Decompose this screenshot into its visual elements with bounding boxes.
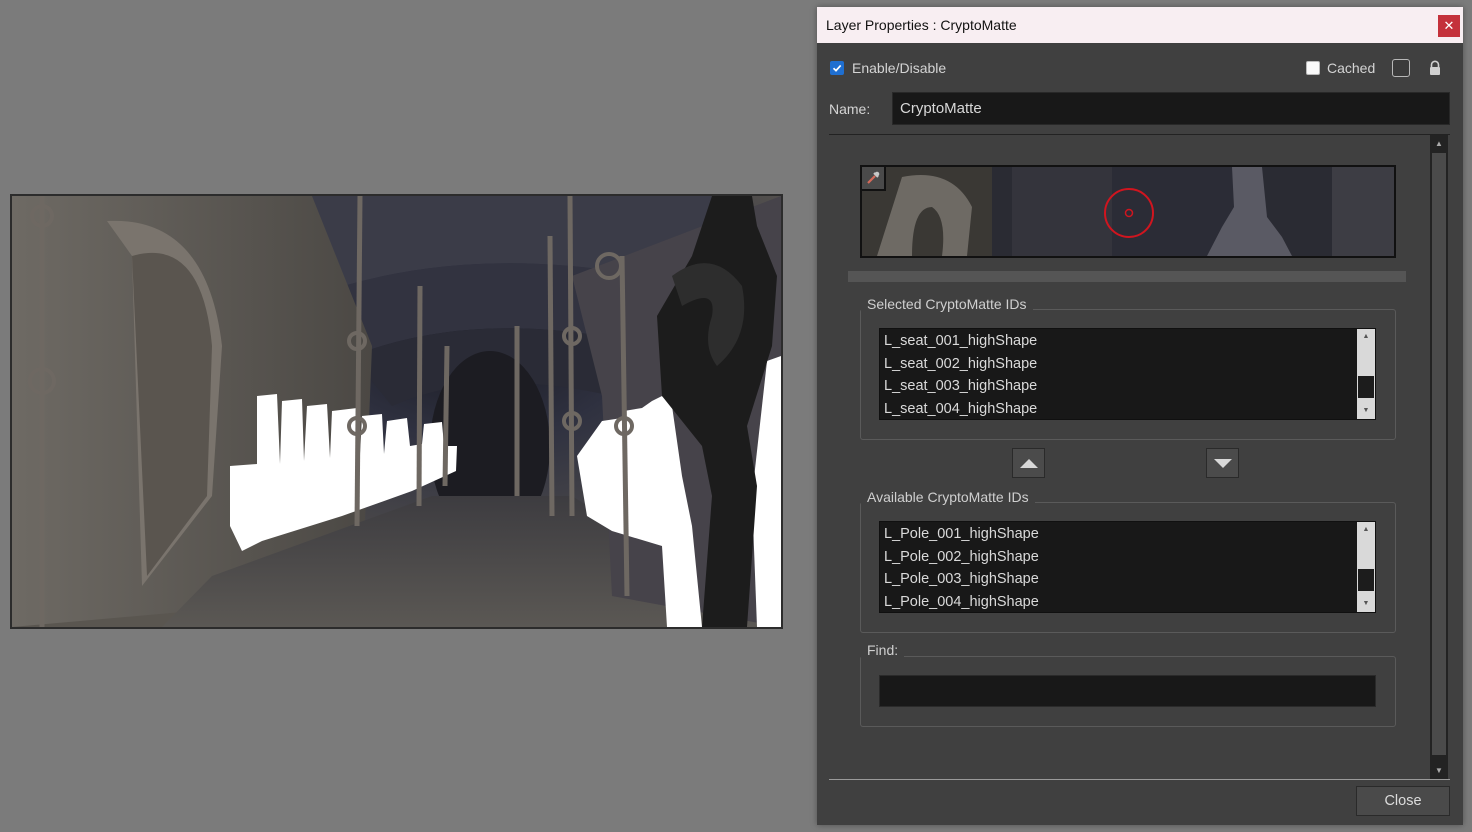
move-up-button[interactable] — [1012, 448, 1045, 478]
list-item[interactable]: L_seat_001_highShape — [884, 330, 1355, 353]
selected-ids-title: Selected CryptoMatte IDs — [861, 296, 1033, 312]
scrollbar-thumb[interactable] — [1432, 153, 1446, 755]
enable-label[interactable]: Enable/Disable — [852, 60, 946, 76]
cached-label[interactable]: Cached — [1327, 60, 1375, 76]
layer-properties-dialog: Layer Properties : CryptoMatte ✕ Enable/… — [817, 7, 1463, 825]
eyedropper-button[interactable] — [860, 165, 886, 191]
close-button[interactable]: Close — [1356, 786, 1450, 816]
picker-preview-image — [862, 167, 1394, 256]
scroll-up-icon[interactable]: ▲ — [1357, 331, 1375, 343]
divider — [829, 779, 1450, 780]
dialog-titlebar[interactable]: Layer Properties : CryptoMatte ✕ — [817, 7, 1463, 43]
eyedropper-icon — [867, 171, 880, 184]
panel-scrollbar[interactable]: ▲ ▼ — [1430, 135, 1448, 780]
available-ids-title: Available CryptoMatte IDs — [861, 489, 1035, 505]
list-item[interactable]: L_seat_003_highShape — [884, 375, 1355, 398]
render-viewport[interactable] — [10, 194, 783, 629]
list-item[interactable]: L_seat_002_highShape — [884, 353, 1355, 376]
move-down-button[interactable] — [1206, 448, 1239, 478]
scroll-down-icon[interactable]: ▼ — [1430, 764, 1448, 778]
list-item[interactable]: L_Pole_004_highShape — [884, 591, 1355, 613]
cryptomatte-picker-preview[interactable] — [860, 165, 1396, 258]
selected-ids-list[interactable]: L_seat_001_highShape L_seat_002_highShap… — [879, 328, 1376, 420]
name-field[interactable] — [892, 92, 1450, 125]
find-title: Find: — [861, 642, 905, 658]
scroll-down-icon[interactable]: ▼ — [1357, 598, 1375, 610]
scroll-up-icon[interactable]: ▲ — [1357, 524, 1375, 536]
checkmark-icon — [832, 64, 842, 72]
render-preview-image — [12, 196, 781, 627]
close-icon[interactable]: ✕ — [1438, 15, 1460, 37]
divider — [829, 134, 1450, 135]
name-label: Name: — [829, 101, 871, 117]
find-input[interactable] — [879, 675, 1376, 707]
list-item[interactable]: L_Pole_003_highShape — [884, 568, 1355, 591]
scroll-up-icon[interactable]: ▲ — [1430, 137, 1448, 151]
enable-checkbox[interactable] — [830, 61, 844, 75]
list-item[interactable]: L_Pole_001_highShape — [884, 523, 1355, 546]
cached-checkbox[interactable] — [1306, 61, 1320, 75]
list-item[interactable]: L_seat_004_highShape — [884, 398, 1355, 420]
list-scrollbar[interactable]: ▲ ▼ — [1357, 522, 1375, 612]
dialog-title: Layer Properties : CryptoMatte — [826, 17, 1017, 33]
triangle-up-icon — [1020, 459, 1038, 468]
list-scrollbar[interactable]: ▲ ▼ — [1357, 329, 1375, 419]
toggle-checkbox[interactable] — [1392, 59, 1410, 77]
available-ids-list[interactable]: L_Pole_001_highShape L_Pole_002_highShap… — [879, 521, 1376, 613]
lock-icon[interactable] — [1428, 60, 1442, 76]
triangle-down-icon — [1214, 459, 1232, 468]
divider-bar — [848, 271, 1406, 282]
scrollbar-thumb[interactable] — [1358, 569, 1374, 591]
list-item[interactable]: L_Pole_002_highShape — [884, 546, 1355, 569]
scrollbar-thumb[interactable] — [1358, 376, 1374, 398]
scroll-down-icon[interactable]: ▼ — [1357, 405, 1375, 417]
